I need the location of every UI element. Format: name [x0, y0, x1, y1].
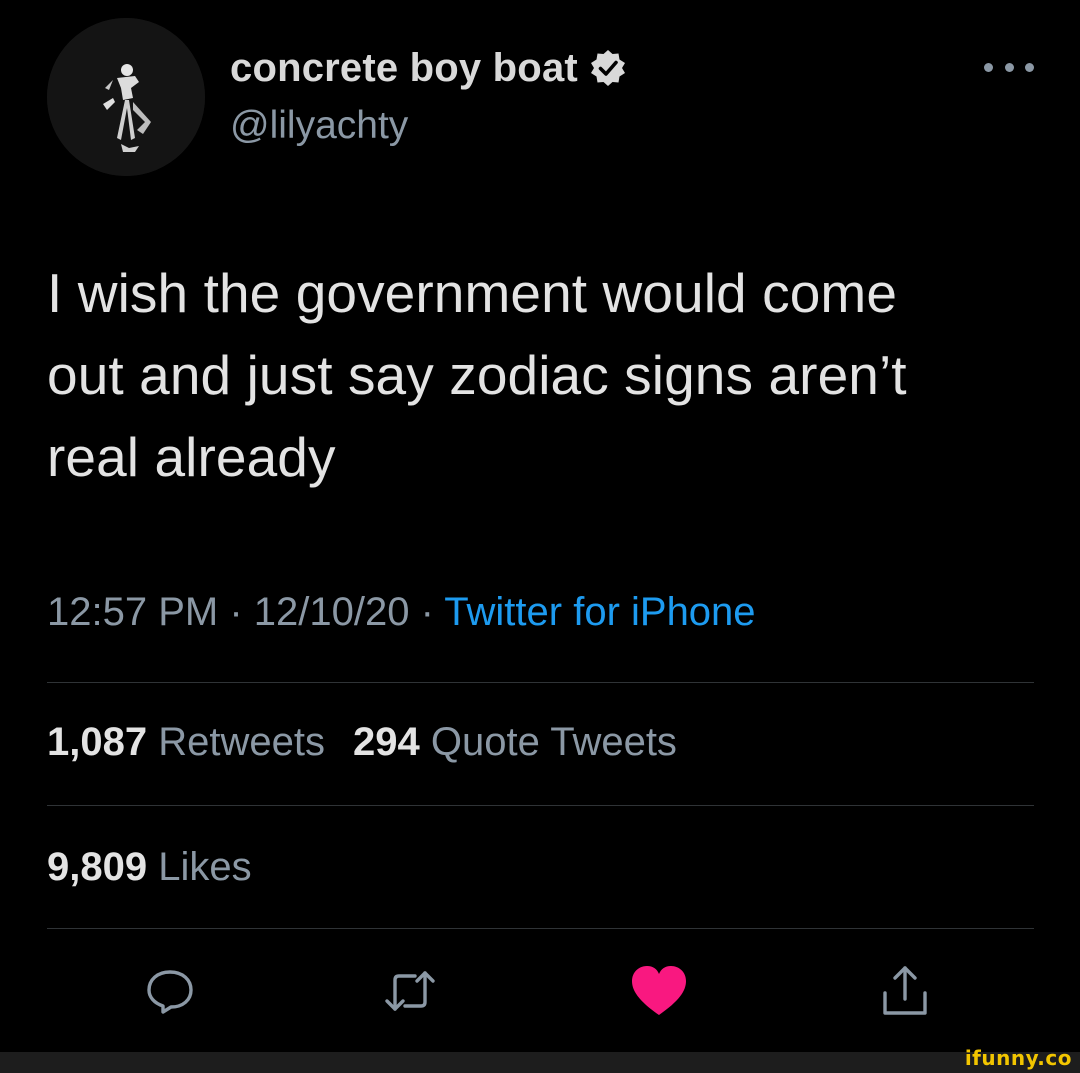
divider: [47, 805, 1034, 806]
reply-icon: [147, 970, 193, 1014]
tweet-date: 12/10/20: [253, 590, 410, 634]
tweet-text-line: I wish the government would come: [47, 262, 898, 324]
divider: [47, 682, 1034, 683]
retweets-label: Retweets: [158, 720, 325, 764]
display-name[interactable]: concrete boy boat: [230, 46, 578, 91]
reply-button[interactable]: [138, 959, 202, 1023]
likes-count: 9,809: [47, 845, 148, 889]
quote-tweets-label: Quote Tweets: [430, 720, 677, 764]
more-options-icon[interactable]: [984, 55, 1034, 79]
verified-badge-icon: [590, 50, 625, 86]
action-bar: [0, 955, 1080, 1035]
likes-label: Likes: [158, 845, 252, 889]
avatar-photo: [47, 18, 205, 176]
share-icon: [883, 966, 927, 1015]
heart-icon: [632, 966, 686, 1015]
retweets-stat[interactable]: 1,087 Retweets: [47, 720, 325, 764]
tweet-source-link[interactable]: Twitter for iPhone: [444, 590, 755, 634]
stats-row-likes: 9,809 Likes: [47, 845, 252, 890]
quote-tweets-count: 294: [352, 720, 420, 764]
retweet-icon: [385, 971, 435, 1011]
dot: [984, 62, 993, 72]
dot: [1004, 62, 1014, 72]
like-button[interactable]: [627, 959, 691, 1023]
tweet-text-line: out and just say zodiac signs aren’t: [47, 344, 907, 406]
meta-separator: ·: [409, 590, 445, 634]
retweets-count: 1,087: [47, 720, 148, 764]
tweet-text-line: real already: [47, 426, 336, 488]
author-name-row[interactable]: concrete boy boat: [230, 44, 628, 92]
divider: [47, 928, 1034, 929]
meta-separator: ·: [218, 590, 254, 634]
dot: [1025, 62, 1034, 72]
tweet-meta: 12:57 PM · 12/10/20 · Twitter for iPhone: [47, 590, 756, 635]
share-button[interactable]: [873, 959, 937, 1023]
tweet-detail: concrete boy boat @lilyachty I wish the …: [0, 0, 1080, 1052]
ifunny-watermark: ifunny.co: [964, 1046, 1072, 1070]
likes-stat[interactable]: 9,809 Likes: [47, 845, 252, 889]
tweet-time: 12:57 PM: [47, 590, 219, 634]
quote-tweets-stat[interactable]: 294 Quote Tweets: [353, 720, 677, 764]
avatar[interactable]: [47, 18, 205, 176]
retweet-button[interactable]: [378, 959, 442, 1023]
watermark-bar: [0, 1052, 1080, 1073]
author-handle[interactable]: @lilyachty: [230, 104, 408, 148]
stats-row-retweets: 1,087 Retweets 294 Quote Tweets: [47, 720, 677, 765]
tweet-text: I wish the government would come out and…: [47, 252, 1037, 498]
